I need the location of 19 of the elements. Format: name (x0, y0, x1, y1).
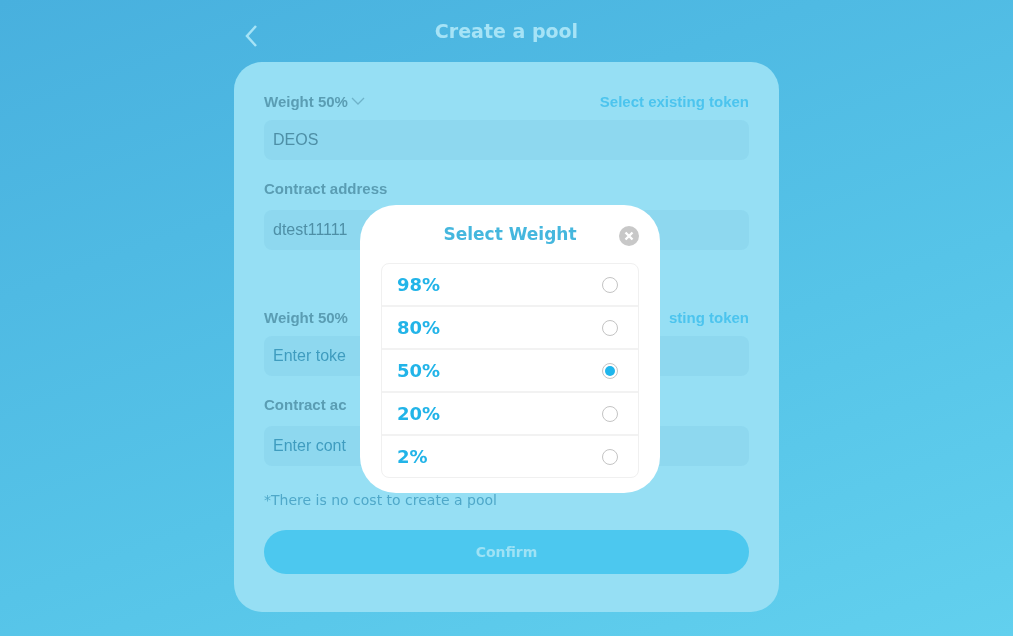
weight-option[interactable]: 98% (382, 264, 638, 305)
weight-label: Weight 50% (264, 308, 348, 326)
weight-option[interactable]: 50% (382, 348, 638, 391)
confirm-button[interactable]: Confirm (264, 530, 749, 574)
select-token-link[interactable]: sting token (669, 308, 749, 326)
close-icon[interactable] (619, 226, 639, 246)
chevron-down-icon[interactable] (350, 97, 365, 105)
note-text: *There is no cost to create a pool (264, 492, 498, 508)
contract-label: Contract ac (264, 396, 347, 415)
back-icon[interactable] (244, 24, 258, 48)
token-input[interactable]: DEOS (264, 120, 749, 160)
contract-label: Contract address (264, 180, 388, 199)
weight-label: Weight 50% (264, 92, 348, 110)
weight-option[interactable]: 80% (382, 305, 638, 348)
select-token-link[interactable]: Select existing token (599, 92, 749, 110)
modal-title: Select Weight (443, 224, 577, 244)
weight-option[interactable]: 20% (382, 391, 638, 434)
page-title: Create a pool (434, 20, 579, 42)
weight-option[interactable]: 2% (382, 434, 638, 477)
